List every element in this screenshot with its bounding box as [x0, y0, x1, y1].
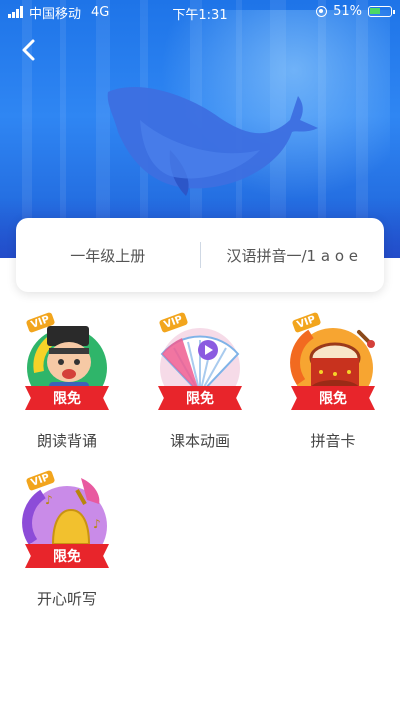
svg-text:♪: ♪ [93, 517, 101, 531]
lesson-label[interactable]: 汉语拼音一/1 a o e [201, 245, 385, 266]
lesson-info-card[interactable]: 一年级上册 汉语拼音一/1 a o e [16, 218, 384, 292]
drum-icon: VIP 限免 [285, 311, 381, 420]
feature-label: 朗读背诵 [36, 432, 97, 450]
feature-label: 拼音卡 [310, 432, 356, 450]
free-badge: 限免 [25, 544, 109, 568]
animation-icon: VIP 限免 [152, 311, 248, 420]
free-badge: 限免 [158, 386, 242, 410]
back-button[interactable] [16, 36, 44, 64]
orientation-lock-icon [316, 6, 328, 17]
feature-dictation[interactable]: ♪ ♪ VIP 限免 开心听写 [12, 469, 122, 609]
chevron-left-icon [22, 39, 35, 61]
feature-label: 开心听写 [36, 590, 97, 608]
free-badge: 限免 [291, 386, 375, 410]
grade-label[interactable]: 一年级上册 [16, 245, 200, 266]
bell-icon: ♪ ♪ VIP 限免 [19, 469, 115, 578]
reading-icon: VIP 限免 [19, 311, 115, 420]
feature-reading[interactable]: VIP 限免 朗读背诵 [12, 311, 122, 451]
svg-text:♪: ♪ [45, 493, 53, 507]
battery-percent: 51% [333, 4, 362, 19]
feature-pinyin-card[interactable]: VIP 限免 拼音卡 [278, 311, 388, 451]
feature-label: 课本动画 [169, 432, 230, 450]
free-badge: 限免 [25, 386, 109, 410]
status-bar: 中国移动 4G 下午1:31 51% [0, 0, 400, 24]
battery-icon [368, 6, 395, 17]
feature-animation[interactable]: VIP 限免 课本动画 [145, 311, 255, 451]
